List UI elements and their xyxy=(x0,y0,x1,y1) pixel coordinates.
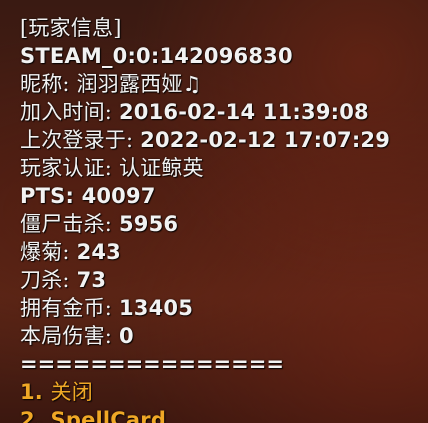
headshots-row: 爆菊: 243 xyxy=(20,238,420,266)
round-damage-value: 0 xyxy=(118,324,134,348)
zombie-kills-row: 僵尸击杀: 5956 xyxy=(20,210,420,238)
last-login-value: 2022-02-12 17:07:29 xyxy=(140,128,391,152)
option-spellcard-label: SpellCard xyxy=(50,408,167,423)
last-login-row: 上次登录于: 2022-02-12 17:07:29 xyxy=(20,126,420,154)
option-spellcard[interactable]: 2. SpellCard xyxy=(20,406,420,423)
headshots-label: 爆菊: xyxy=(20,240,77,264)
option-close-label: 关闭 xyxy=(50,380,93,404)
join-time-label: 加入时间: xyxy=(20,100,119,124)
option-spellcard-number: 2. xyxy=(20,408,51,423)
pts-label: PTS: xyxy=(20,184,82,208)
knife-kills-value: 73 xyxy=(76,268,107,292)
option-close-number: 1. xyxy=(20,380,51,404)
menu-header-cut xyxy=(20,0,420,14)
round-damage-row: 本局伤害: 0 xyxy=(20,322,420,350)
headshots-value: 243 xyxy=(76,240,121,264)
knife-kills-row: 刀杀: 73 xyxy=(20,266,420,294)
verification-row: 玩家认证: 认证鲸英 xyxy=(20,154,420,182)
gold-label: 拥有金币: xyxy=(20,296,119,320)
join-time-row: 加入时间: 2016-02-14 11:39:08 xyxy=(20,98,420,126)
zombie-kills-label: 僵尸击杀: xyxy=(20,212,119,236)
verification-label: 玩家认证: xyxy=(20,156,119,180)
pts-value: 40097 xyxy=(81,184,156,208)
option-close[interactable]: 1. 关闭 xyxy=(20,378,420,406)
nickname-value: 润羽露西娅♫ xyxy=(76,72,202,96)
steam-id: STEAM_0:0:142096830 xyxy=(20,44,293,68)
knife-kills-label: 刀杀: xyxy=(20,268,77,292)
last-login-label: 上次登录于: xyxy=(20,128,141,152)
gold-value: 13405 xyxy=(118,296,194,320)
round-damage-label: 本局伤害: xyxy=(20,324,119,348)
gold-row: 拥有金币: 13405 xyxy=(20,294,420,322)
zombie-kills-value: 5956 xyxy=(118,212,179,236)
join-time-value: 2016-02-14 11:39:08 xyxy=(118,100,369,124)
menu-separator: =============== xyxy=(20,352,284,376)
verification-value: 认证鲸英 xyxy=(118,156,204,180)
nickname-row: 昵称: 润羽露西娅♫ xyxy=(20,70,420,98)
nickname-label: 昵称: xyxy=(20,72,77,96)
pts-row: PTS: 40097 xyxy=(20,182,420,210)
player-info-menu: [玩家信息] STEAM_0:0:142096830 昵称: 润羽露西娅♫ 加入… xyxy=(20,0,420,423)
menu-title: [玩家信息] xyxy=(20,16,122,40)
